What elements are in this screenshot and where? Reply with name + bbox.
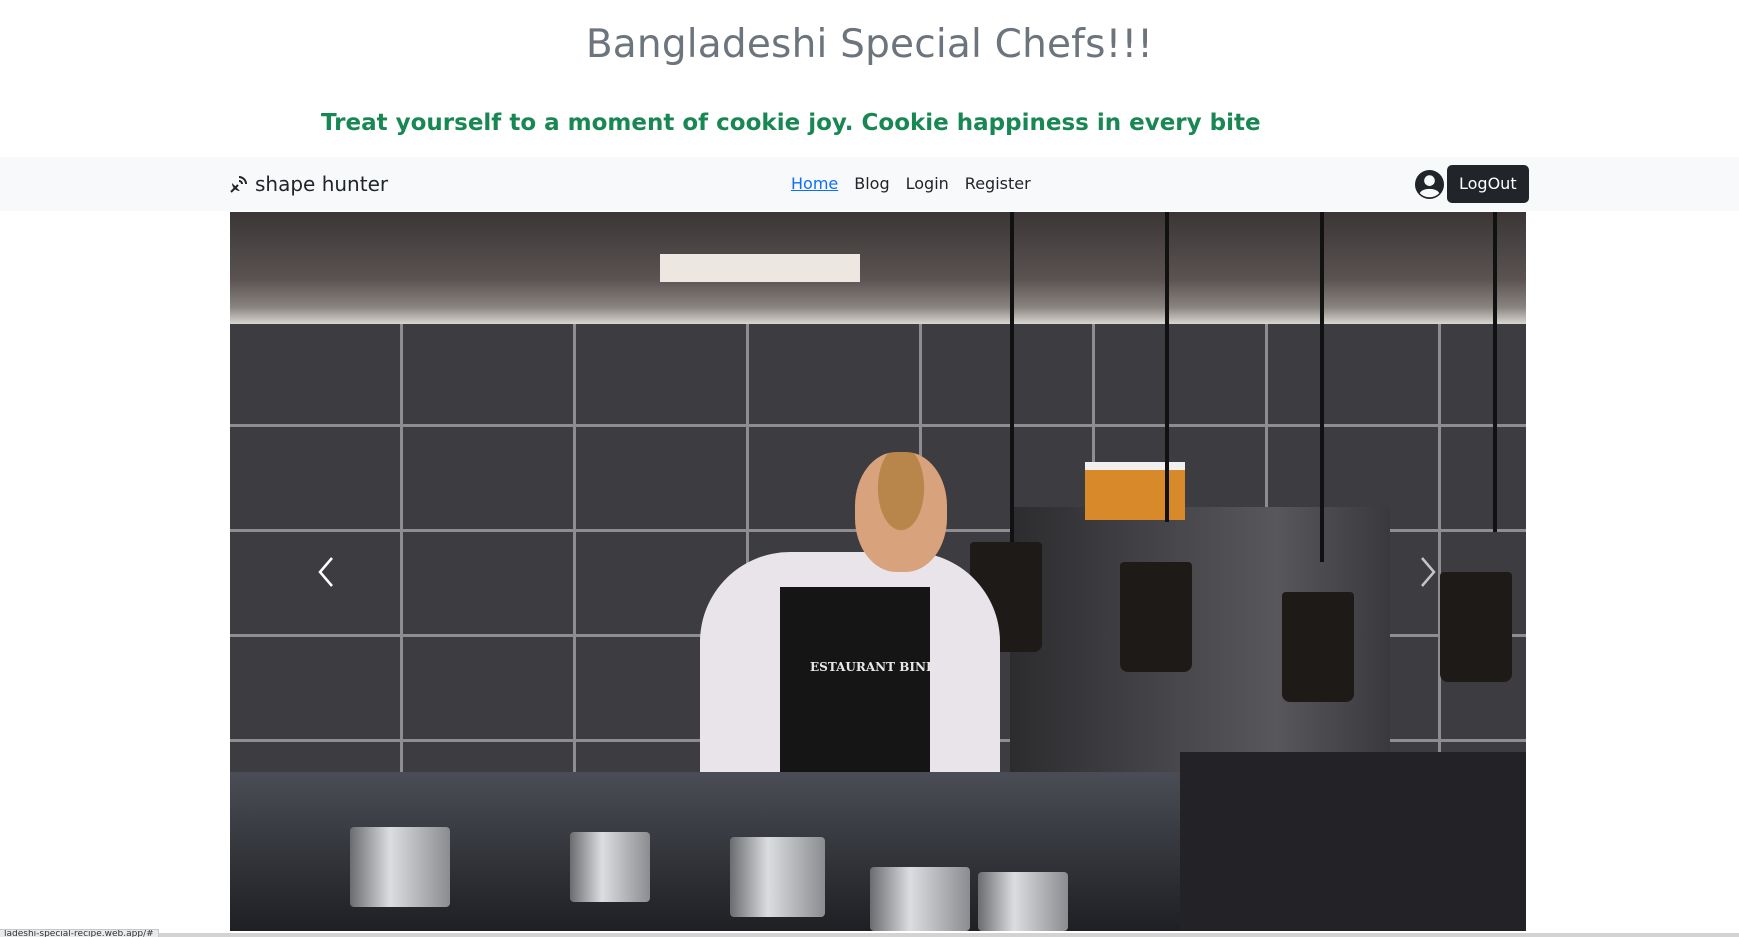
carousel-next-button[interactable]: [1398, 522, 1458, 622]
nav-link-register[interactable]: Register: [965, 174, 1031, 193]
pendant-lamp: [1120, 562, 1192, 672]
tagline: Treat yourself to a moment of cookie joy…: [321, 110, 1261, 136]
pot: [870, 867, 970, 931]
ingredient-bin: [1085, 462, 1185, 520]
status-url: ladeshi-special-recipe.web.app/#: [0, 929, 159, 937]
pot: [730, 837, 825, 917]
user-circle-icon: [1414, 169, 1445, 199]
foreground-block: [1180, 752, 1526, 931]
chevron-left-icon: [318, 557, 333, 587]
lamp-cord: [1320, 212, 1324, 562]
lamp-cord: [1493, 212, 1497, 532]
kitchen-hood: [230, 212, 1526, 324]
bottom-scrollbar[interactable]: [0, 933, 1739, 937]
pendant-lamp: [1282, 592, 1354, 702]
logout-button[interactable]: LogOut: [1447, 165, 1529, 203]
pot: [570, 832, 650, 902]
lamp-cord: [1010, 212, 1014, 542]
brand-name: shape hunter: [255, 172, 389, 196]
nav-link-home[interactable]: Home: [791, 174, 838, 193]
page-title: Bangladeshi Special Chefs!!!: [585, 22, 1154, 67]
nav-link-blog[interactable]: Blog: [854, 174, 889, 193]
chevron-right-icon: [1421, 557, 1436, 587]
carousel-prev-button[interactable]: [296, 522, 356, 622]
satellite-dish-icon: [230, 176, 247, 193]
pot: [350, 827, 450, 907]
apron-text: ESTAURANT BIND: [810, 660, 937, 674]
chef-head: [855, 452, 947, 572]
brand-link[interactable]: shape hunter: [229, 172, 388, 196]
navbar: shape hunter Home Blog Login Register Lo…: [0, 157, 1739, 211]
hood-shelf: [660, 254, 860, 282]
nav-link-login[interactable]: Login: [906, 174, 949, 193]
lamp-cord: [1165, 212, 1169, 522]
user-area: LogOut: [1414, 165, 1529, 203]
nav-links: Home Blog Login Register: [791, 174, 1031, 193]
pot: [978, 872, 1068, 931]
carousel: ESTAURANT BIND: [230, 212, 1526, 931]
page: Bangladeshi Special Chefs!!! Treat yours…: [0, 0, 1739, 937]
